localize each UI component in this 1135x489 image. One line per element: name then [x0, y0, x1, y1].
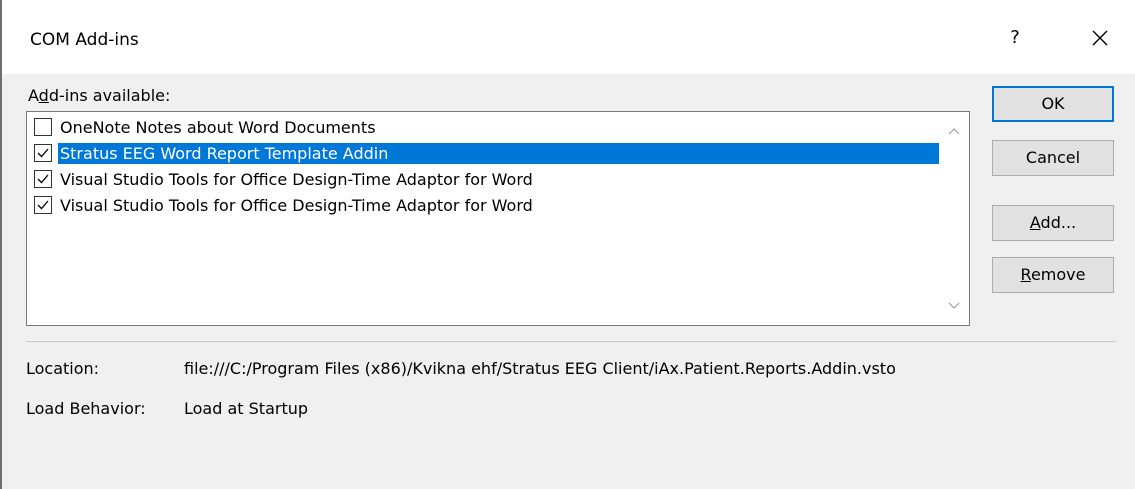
close-button[interactable] — [1080, 18, 1120, 58]
chevron-up-icon — [948, 128, 960, 135]
checkmark-icon — [37, 200, 49, 210]
dialog-title: COM Add-ins — [30, 30, 139, 50]
title-bar: COM Add-ins ? — [2, 0, 1135, 74]
scroll-up-button[interactable] — [940, 117, 968, 145]
list-scrollbar[interactable] — [940, 113, 968, 324]
addins-list-items: OneNote Notes about Word Documents Stratu… — [28, 114, 940, 218]
list-item[interactable]: OneNote Notes about Word Documents — [28, 114, 940, 140]
add-button[interactable]: Add... — [992, 205, 1114, 241]
close-icon — [1092, 30, 1108, 46]
load-behavior-value: Load at Startup — [184, 399, 309, 418]
location-value: file:///C:/Program Files (x86)/Kvikna eh… — [184, 359, 896, 378]
addin-checkbox[interactable] — [34, 170, 52, 188]
addin-label: Visual Studio Tools for Office Design-Ti… — [60, 169, 533, 189]
location-label: Location: — [26, 359, 100, 378]
com-addins-dialog: COM Add-ins ? Add-ins available: OneNote… — [0, 0, 1135, 489]
remove-button[interactable]: Remove — [992, 257, 1114, 293]
load-behavior-label: Load Behavior: — [26, 399, 146, 418]
addins-available-label: Add-ins available: — [28, 86, 171, 105]
addin-checkbox[interactable] — [34, 144, 52, 162]
chevron-down-icon — [948, 302, 960, 309]
addin-label: OneNote Notes about Word Documents — [60, 117, 376, 137]
addins-list[interactable]: OneNote Notes about Word Documents Stratu… — [26, 111, 970, 326]
scroll-down-button[interactable] — [940, 292, 968, 320]
list-item[interactable]: Visual Studio Tools for Office Design-Ti… — [28, 192, 940, 218]
addin-label: Stratus EEG Word Report Template Addin — [58, 142, 939, 164]
addin-checkbox[interactable] — [34, 196, 52, 214]
ok-button[interactable]: OK — [992, 86, 1114, 122]
list-item[interactable]: Visual Studio Tools for Office Design-Ti… — [28, 166, 940, 192]
help-button[interactable]: ? — [1000, 18, 1030, 58]
addin-checkbox[interactable] — [34, 118, 52, 136]
separator — [26, 341, 1116, 342]
checkmark-icon — [37, 174, 49, 184]
addin-label: Visual Studio Tools for Office Design-Ti… — [60, 195, 533, 215]
list-item[interactable]: Stratus EEG Word Report Template Addin — [28, 140, 940, 166]
checkmark-icon — [37, 148, 49, 158]
cancel-button[interactable]: Cancel — [992, 140, 1114, 176]
